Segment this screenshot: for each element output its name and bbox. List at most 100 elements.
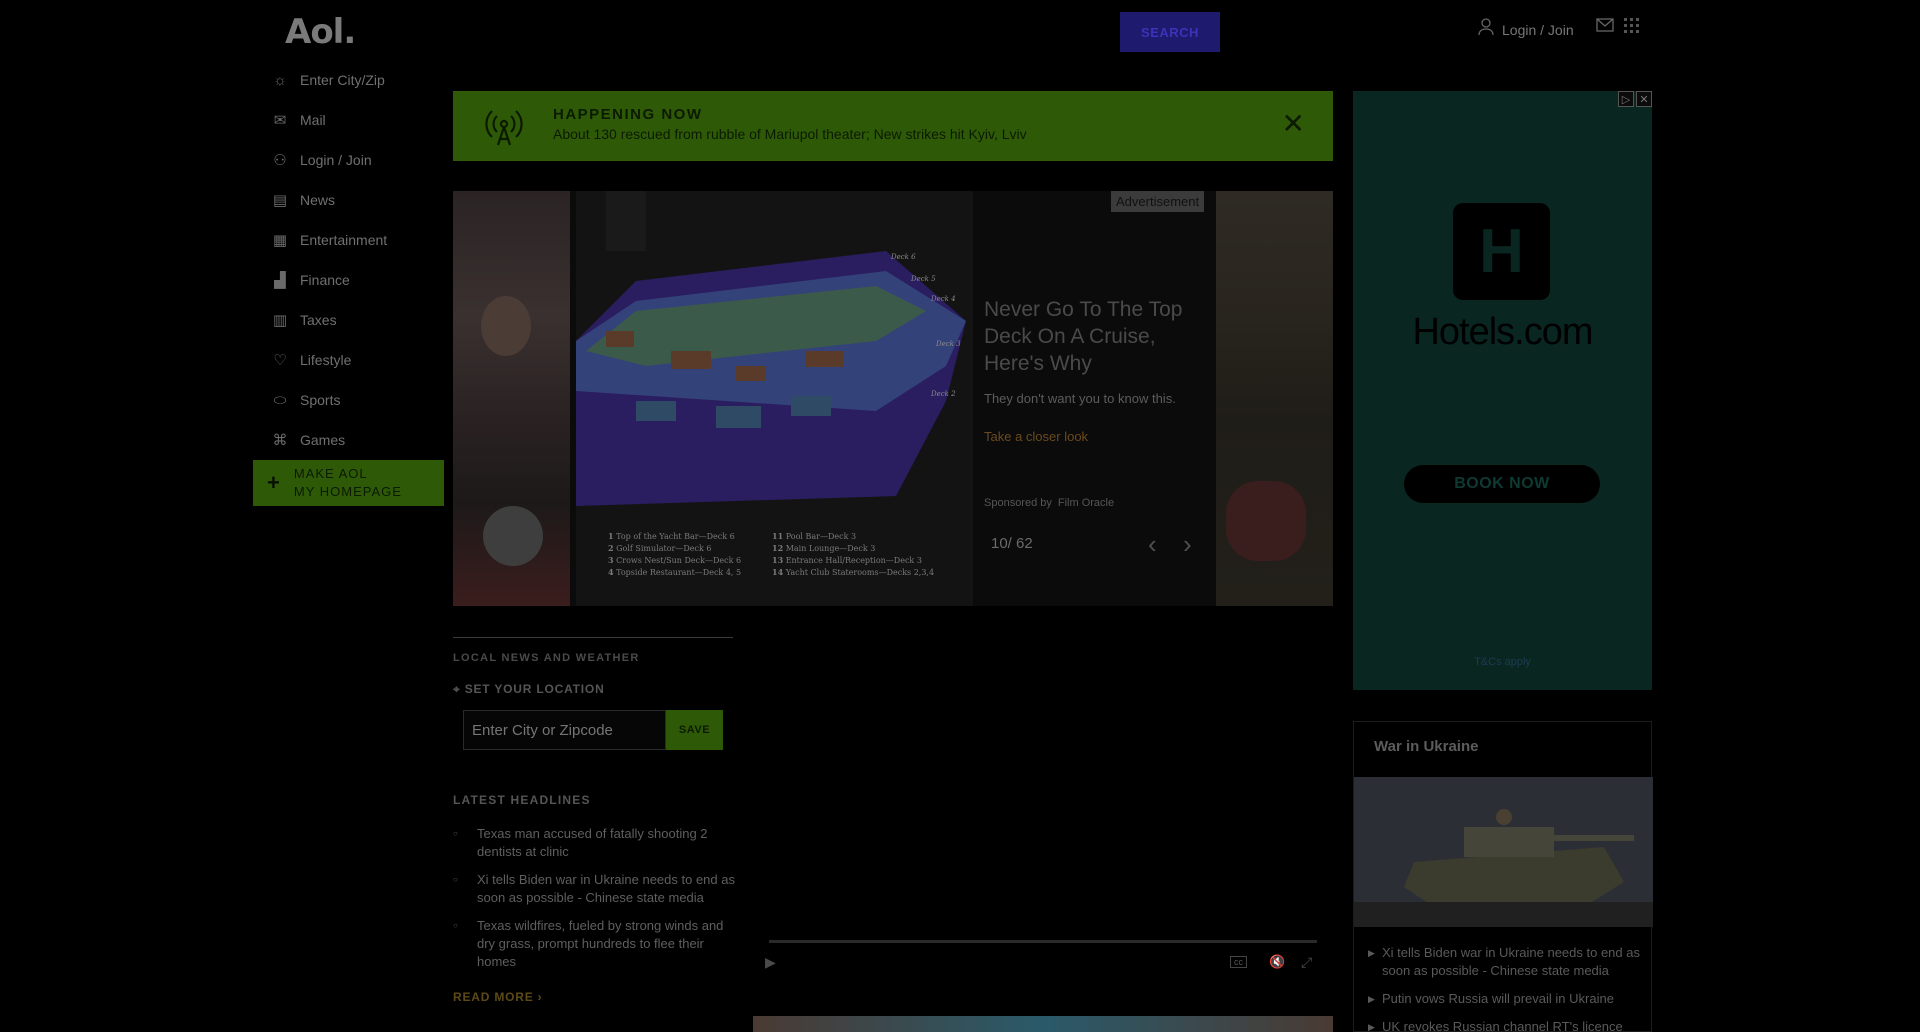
play-icon[interactable]: ▶ (765, 954, 776, 971)
legend-item: 14 Yacht Club Staterooms—Decks 2,3,4 (772, 567, 935, 577)
nav-item-weather[interactable]: ☼ Enter City/Zip (270, 60, 450, 100)
nav-item-entertainment[interactable]: ▦ Entertainment (270, 220, 450, 260)
deck-label: Deck 2 (930, 390, 956, 398)
tcs-link[interactable]: T&Cs apply (1353, 656, 1652, 668)
war-in-ukraine-module: War in Ukraine Xi tells Biden war in Ukr… (1353, 721, 1653, 1032)
headline-item[interactable]: Texas man accused of fatally shooting 2 … (453, 825, 735, 861)
nav-item-label: Taxes (300, 312, 337, 328)
next-video-thumbnail[interactable] (753, 1016, 1333, 1032)
nav-item-lifestyle[interactable]: ♡ Lifestyle (270, 340, 450, 380)
sponsor-name[interactable]: Film Oracle (1058, 497, 1114, 509)
image-figure (1226, 481, 1306, 561)
divider (453, 637, 733, 638)
header-login-link[interactable]: Login / Join (1478, 18, 1574, 41)
close-icon[interactable]: ✕ (1282, 107, 1305, 140)
video-progress-bar[interactable] (769, 940, 1317, 943)
news-icon: ▤ (272, 192, 288, 209)
left-navigation: ☼ Enter City/Zip ✉ Mail ⚇ Login / Join ▤… (270, 60, 450, 460)
legend-item: 1 Top of the Yacht Bar—Deck 6 (608, 531, 735, 541)
headline-item[interactable]: Texas wildfires, fueled by strong winds … (453, 917, 735, 971)
deck-label: Deck 3 (935, 340, 961, 348)
ukraine-headline[interactable]: Putin vows Russia will prevail in Ukrain… (1368, 990, 1643, 1008)
save-location-button[interactable]: SAVE (666, 710, 723, 750)
chevron-right-icon[interactable]: › (1183, 529, 1192, 560)
close-icon[interactable]: ✕ (1636, 91, 1652, 107)
nav-item-label: Mail (300, 112, 326, 128)
nav-item-label: Finance (300, 272, 350, 288)
adchoices-icon[interactable]: ▷ (1618, 91, 1634, 107)
hotels-logo: H (1453, 203, 1550, 300)
image-figure (481, 296, 531, 356)
clapper-icon: ▦ (272, 232, 288, 249)
search-button[interactable]: SEARCH (1120, 12, 1220, 52)
ukraine-headline[interactable]: UK revokes Russian channel RT's licence (1368, 1018, 1643, 1032)
chart-icon: ▟ (274, 272, 286, 289)
hotels-brand: Hotels.com (1412, 311, 1593, 353)
nav-item-finance[interactable]: ▟ Finance (270, 260, 450, 300)
legend-item: 12 Main Lounge—Deck 3 (772, 543, 876, 553)
mute-icon[interactable]: 🔇 (1269, 954, 1285, 970)
sponsor-line: Sponsored by Film Oracle (984, 497, 1114, 509)
happening-headline[interactable]: About 130 rescued from rubble of Mariupo… (553, 126, 1027, 142)
nav-item-games[interactable]: ⌘ Games (270, 420, 450, 460)
user-icon: ⚇ (273, 152, 287, 169)
carousel-counter: 10/ 62 (991, 535, 1033, 552)
nav-item-taxes[interactable]: ▥ Taxes (270, 300, 450, 340)
headline-item[interactable]: Xi tells Biden war in Ukraine needs to e… (453, 871, 735, 907)
carousel-main-image[interactable]: Deck 6 Deck 5 Deck 4 Deck 3 Deck 2 1 Top… (576, 191, 973, 606)
nav-item-label: Enter City/Zip (300, 72, 385, 88)
gamepad-icon: ⌘ (272, 432, 288, 449)
happening-title: HAPPENING NOW (553, 106, 703, 123)
make-aol-homepage-button[interactable]: + MAKE AOL MY HOMEPAGE (253, 460, 444, 506)
mail-icon: ✉ (273, 112, 287, 129)
nav-item-label: Games (300, 432, 346, 448)
happening-now-banner[interactable]: HAPPENING NOW About 130 rescued from rub… (453, 91, 1333, 161)
captions-icon[interactable]: cc (1230, 956, 1247, 968)
module-title[interactable]: War in Ukraine (1374, 738, 1478, 755)
read-more-link[interactable]: READ MORE › (453, 990, 542, 1004)
deck-label: Deck 6 (890, 253, 916, 261)
carousel: Deck 6 Deck 5 Deck 4 Deck 3 Deck 2 1 Top… (453, 191, 1333, 606)
ad-controls: ▷ ✕ (1618, 91, 1652, 107)
hotels-ad[interactable]: ▷ ✕ H Hotels.com BOOK NOW T&Cs apply (1353, 91, 1652, 690)
header-login-label: Login / Join (1502, 21, 1574, 38)
image-figure (483, 506, 543, 566)
legend-item: 2 Golf Simulator—Deck 6 (608, 543, 712, 553)
nav-item-label: Login / Join (300, 152, 372, 168)
aol-logo[interactable]: Aol. (285, 12, 356, 52)
fullscreen-icon[interactable]: ⤢ (1301, 954, 1312, 971)
carousel-link[interactable]: Take a closer look (984, 429, 1088, 444)
apps-grid-icon[interactable] (1624, 18, 1640, 39)
make-aol-label: MAKE AOL MY HOMEPAGE (294, 465, 402, 501)
user-icon (1478, 18, 1494, 41)
headline-list: Texas man accused of fatally shooting 2 … (453, 825, 735, 981)
nav-item-mail[interactable]: ✉ Mail (270, 100, 450, 140)
set-location-text: SET YOUR LOCATION (464, 682, 605, 696)
video-player[interactable]: ▶ cc 🔇 ⤢ (753, 632, 1333, 988)
weather-icon: ☼ (273, 71, 287, 89)
ukraine-tank-image[interactable] (1354, 777, 1653, 927)
nav-item-sports[interactable]: ⬭ Sports (270, 380, 450, 420)
carousel-headline[interactable]: Never Go To The Top Deck On A Cruise, He… (984, 296, 1194, 377)
local-news-title: LOCAL NEWS AND WEATHER (453, 652, 640, 664)
ukraine-headlines: Xi tells Biden war in Ukraine needs to e… (1368, 944, 1643, 1032)
legend-item: 4 Topside Restaurant—Deck 4, 5 (608, 567, 742, 577)
nav-item-login[interactable]: ⚇ Login / Join (270, 140, 450, 180)
mail-icon[interactable] (1596, 18, 1614, 37)
nav-item-label: Sports (300, 392, 341, 408)
deck-label: Deck 5 (910, 275, 936, 283)
carousel-description: They don't want you to know this. (984, 391, 1176, 406)
nav-item-news[interactable]: ▤ News (270, 180, 450, 220)
set-location-label[interactable]: ⌖ SET YOUR LOCATION (453, 682, 605, 697)
carousel-next-image[interactable] (1216, 191, 1333, 606)
nav-item-label: Lifestyle (300, 352, 352, 368)
legend-item: 11 Pool Bar—Deck 3 (772, 531, 857, 541)
plus-icon: + (267, 470, 280, 495)
chevron-left-icon[interactable]: ‹ (1148, 529, 1157, 560)
book-now-button[interactable]: BOOK NOW (1404, 465, 1600, 503)
sponsored-by-label: Sponsored by (984, 497, 1052, 509)
carousel-prev-image[interactable] (453, 191, 570, 606)
legend-item: 13 Entrance Hall/Reception—Deck 3 (772, 555, 922, 565)
ukraine-headline[interactable]: Xi tells Biden war in Ukraine needs to e… (1368, 944, 1643, 980)
city-zip-input[interactable] (463, 710, 666, 750)
